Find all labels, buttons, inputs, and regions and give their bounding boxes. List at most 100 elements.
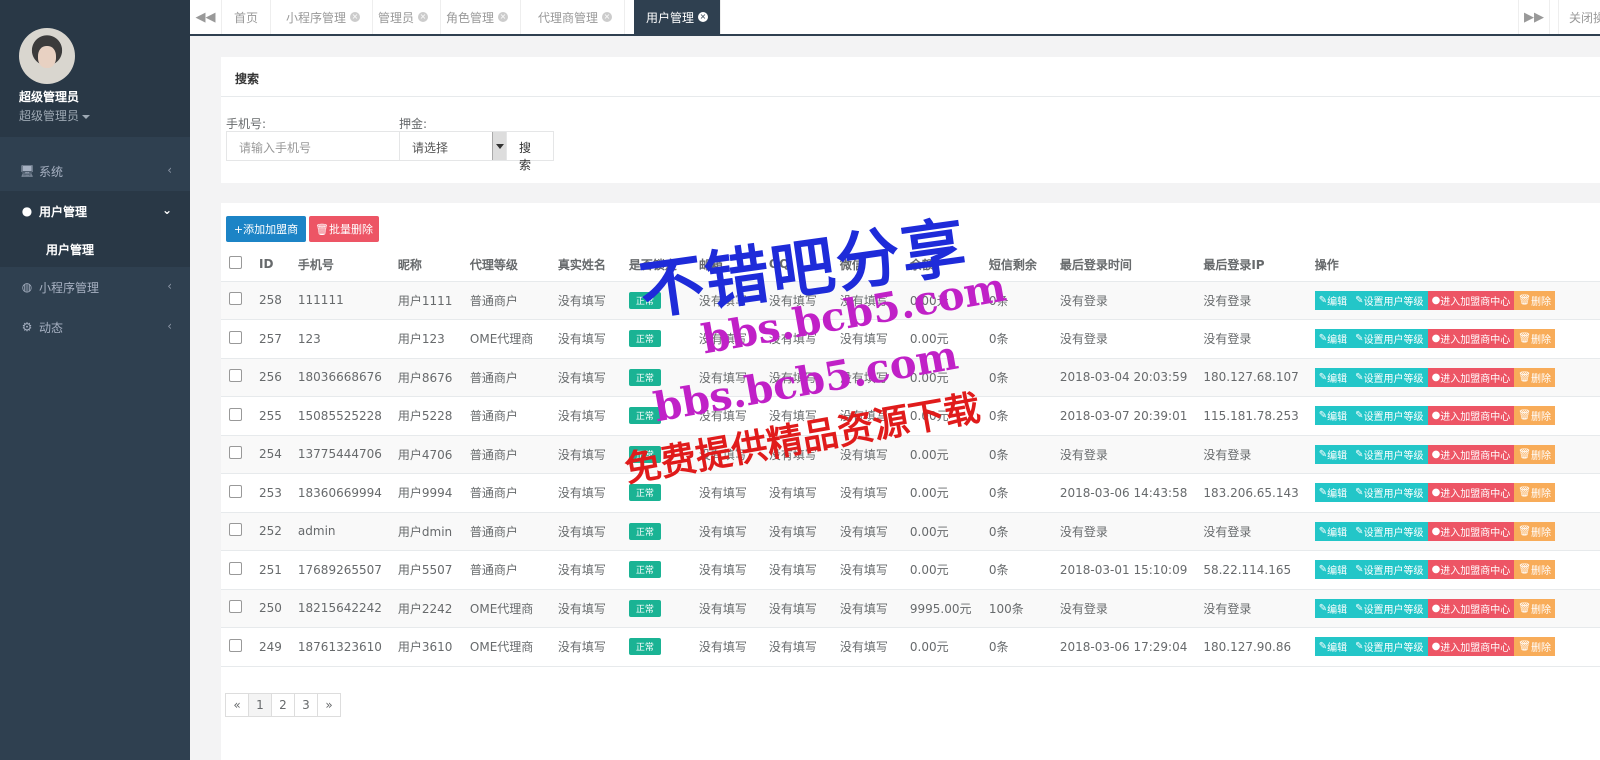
enter-franchise-center-button[interactable]: ● 进入加盟商中心 [1427,560,1515,580]
row-checkbox[interactable] [229,369,242,383]
edit-button[interactable]: ✎ 编辑 [1314,560,1352,580]
enter-franchise-center-button[interactable]: ● 进入加盟商中心 [1427,598,1515,618]
sidebar-item-miniprogram[interactable]: ◍ 小程序管理 ‹ [0,267,190,307]
col-header-phone[interactable]: 手机号 [289,248,390,282]
sidebar-subitem-user-management[interactable]: 用户管理 [0,231,190,267]
row-checkbox[interactable] [229,561,242,575]
col-header-real-name[interactable]: 真实姓名 [549,248,621,282]
delete-button[interactable]: 🗑 删除 [1514,483,1555,503]
delete-button[interactable]: 🗑 删除 [1514,560,1555,580]
edit-button[interactable]: ✎ 编辑 [1314,406,1352,426]
col-header-email[interactable]: 邮箱 [690,248,761,282]
pagination-page-1[interactable]: 1 [248,693,272,717]
add-franchisee-button[interactable]: +添加加盟商 [226,216,306,242]
row-checkbox[interactable] [229,407,242,421]
set-level-button[interactable]: ✎ 设置用户等级 [1351,444,1428,464]
row-checkbox[interactable] [229,292,242,306]
edit-label: 编辑 [1327,604,1348,616]
col-header-sms-left[interactable]: 短信剩余 [980,248,1052,282]
tab-miniprogram[interactable]: 小程序管理 × [274,0,374,34]
pagination-page-2[interactable]: 2 [271,693,295,717]
edit-button[interactable]: ✎ 编辑 [1314,637,1352,657]
col-header-id[interactable]: ID [251,248,290,282]
tab-close-icon[interactable]: × [602,12,613,22]
sidebar-item-dynamic[interactable]: ⚙ 动态 ‹ [0,307,190,347]
edit-button[interactable]: ✎ 编辑 [1314,598,1352,618]
enter-franchise-center-button[interactable]: ● 进入加盟商中心 [1427,483,1515,503]
edit-button[interactable]: ✎ 编辑 [1314,444,1352,464]
tabs-scroll-right-button[interactable]: ▶▶ [1518,0,1550,34]
edit-button[interactable]: ✎ 编辑 [1314,483,1352,503]
tab-close-icon[interactable]: × [498,12,509,22]
enter-franchise-center-button[interactable]: ● 进入加盟商中心 [1427,406,1515,426]
select-all-checkbox[interactable] [229,256,242,270]
trash-icon: 🗑 [1518,641,1531,653]
tab-close-icon[interactable]: × [350,12,361,22]
set-level-button[interactable]: ✎ 设置用户等级 [1351,560,1428,580]
cell-agent-level: OME代理商 [461,319,550,359]
set-level-button[interactable]: ✎ 设置用户等级 [1351,598,1428,618]
set-level-button[interactable]: ✎ 设置用户等级 [1351,637,1428,657]
tab-close-icon[interactable]: × [698,12,709,22]
pagination-next[interactable]: » [317,693,341,717]
delete-button[interactable]: 🗑 删除 [1514,444,1555,464]
delete-button[interactable]: 🗑 删除 [1514,290,1555,310]
tabs-scroll-left-button[interactable]: ◀◀ [190,0,222,34]
set-level-button[interactable]: ✎ 设置用户等级 [1351,483,1428,503]
col-header-balance[interactable]: 余额 [901,248,981,282]
edit-button[interactable]: ✎ 编辑 [1314,329,1352,349]
delete-button[interactable]: 🗑 删除 [1514,329,1555,349]
tab-roles[interactable]: 角色管理 × [434,0,522,34]
tab-users[interactable]: 用户管理 × [634,0,722,34]
enter-franchise-center-button[interactable]: ● 进入加盟商中心 [1427,367,1515,387]
tab-admins[interactable]: 管理员 × [366,0,442,34]
col-header-last-login-ip[interactable]: 最后登录IP [1195,248,1307,282]
col-header-nickname[interactable]: 昵称 [389,248,462,282]
row-checkbox[interactable] [229,330,242,344]
col-header-last-login-time[interactable]: 最后登录时间 [1051,248,1196,282]
edit-button[interactable]: ✎ 编辑 [1314,367,1352,387]
delete-button[interactable]: 🗑 删除 [1514,406,1555,426]
row-checkbox[interactable] [229,446,242,460]
profile-role-dropdown[interactable]: 超级管理员 [19,107,190,124]
user-icon: ● [1431,602,1441,614]
row-checkbox[interactable] [229,523,242,537]
enter-franchise-center-button[interactable]: ● 进入加盟商中心 [1427,290,1515,310]
set-level-button[interactable]: ✎ 设置用户等级 [1351,521,1428,541]
delete-button[interactable]: 🗑 删除 [1514,521,1555,541]
sidebar-item-user-management[interactable]: ● 用户管理 ⌄ [0,191,190,231]
sidebar-item-system[interactable]: 🖥 系统 ‹ [0,151,190,191]
set-level-button[interactable]: ✎ 设置用户等级 [1351,329,1428,349]
set-level-button[interactable]: ✎ 设置用户等级 [1351,290,1428,310]
set-level-button[interactable]: ✎ 设置用户等级 [1351,406,1428,426]
enter-franchise-center-button[interactable]: ● 进入加盟商中心 [1427,444,1515,464]
enter-franchise-center-button[interactable]: ● 进入加盟商中心 [1427,329,1515,349]
deposit-select[interactable]: 请选择 [399,131,507,161]
avatar[interactable] [19,28,75,84]
row-checkbox[interactable] [229,600,242,614]
col-header-locked[interactable]: 是否锁定 [620,248,691,282]
col-header-wechat[interactable]: 微信 [831,248,902,282]
search-button[interactable]: 搜索 [506,131,554,172]
tab-agents[interactable]: 代理商管理 × [526,0,626,34]
row-checkbox[interactable] [229,638,242,652]
batch-delete-button[interactable]: 🗑 批量删除 [309,216,379,242]
close-ops-menu[interactable]: 关闭操作 [1558,0,1600,34]
pagination-prev[interactable]: « [225,693,249,717]
tab-close-icon[interactable]: × [418,12,429,22]
edit-button[interactable]: ✎ 编辑 [1314,290,1352,310]
col-header-qq[interactable]: QQ [760,248,832,282]
enter-franchise-center-button[interactable]: ● 进入加盟商中心 [1427,637,1515,657]
tab-home[interactable]: 首页 [222,0,272,34]
trash-icon: 🗑 [1518,371,1531,383]
edit-button[interactable]: ✎ 编辑 [1314,521,1352,541]
delete-button[interactable]: 🗑 删除 [1514,367,1555,387]
enter-franchise-center-button[interactable]: ● 进入加盟商中心 [1427,521,1515,541]
pagination-page-3[interactable]: 3 [294,693,318,717]
delete-button[interactable]: 🗑 删除 [1514,637,1555,657]
col-header-agent-level[interactable]: 代理等级 [461,248,550,282]
delete-button[interactable]: 🗑 删除 [1514,598,1555,618]
set-level-button[interactable]: ✎ 设置用户等级 [1351,367,1428,387]
row-checkbox[interactable] [229,484,242,498]
phone-input[interactable]: 请输入手机号 [226,131,400,161]
